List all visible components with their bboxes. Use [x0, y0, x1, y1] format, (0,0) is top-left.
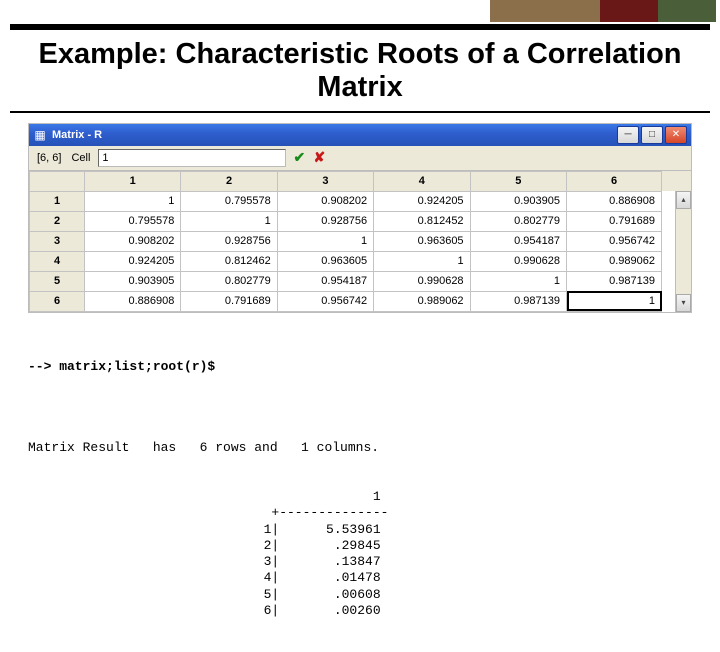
matrix-cell[interactable]: 0.802779: [181, 271, 277, 291]
matrix-cell[interactable]: 0.956742: [567, 231, 662, 251]
matrix-cell[interactable]: 0.924205: [374, 191, 470, 211]
col-header[interactable]: 3: [277, 171, 373, 191]
matrix-cell[interactable]: 0.791689: [181, 291, 277, 311]
cell-value-input[interactable]: [98, 149, 286, 167]
matrix-cell[interactable]: 0.908202: [277, 191, 373, 211]
top-rule: [10, 24, 710, 30]
row-header[interactable]: 6: [30, 291, 85, 311]
minimize-button[interactable]: ─: [617, 126, 639, 144]
console-message: Matrix Result has 6 rows and 1 columns.: [28, 440, 692, 456]
col-header[interactable]: 2: [181, 171, 277, 191]
col-header[interactable]: 5: [470, 171, 566, 191]
matrix-grid[interactable]: 123456110.7955780.9082020.9242050.903905…: [29, 171, 691, 312]
matrix-cell[interactable]: 0.903905: [85, 271, 181, 291]
matrix-cell[interactable]: 0.908202: [85, 231, 181, 251]
matrix-cell[interactable]: 1: [567, 291, 662, 311]
matrix-cell[interactable]: 0.802779: [470, 211, 566, 231]
matrix-window: ▦ Matrix - R ─ □ ✕ [6, 6] Cell ✔ ✘ 12345…: [28, 123, 692, 313]
matrix-cell[interactable]: 1: [470, 271, 566, 291]
console-output: --> matrix;list;root(r)$ Matrix Result h…: [28, 327, 692, 652]
matrix-cell[interactable]: 0.903905: [470, 191, 566, 211]
toolbar: [6, 6] Cell ✔ ✘: [29, 146, 691, 171]
window-caption: Matrix - R: [52, 129, 617, 141]
cell-label: Cell: [69, 152, 92, 164]
matrix-dim-label: [6, 6]: [35, 152, 63, 164]
matrix-cell[interactable]: 0.812452: [374, 211, 470, 231]
accent-seg-1: [490, 0, 600, 22]
matrix-cell[interactable]: 0.987139: [567, 271, 662, 291]
matrix-cell[interactable]: 0.928756: [181, 231, 277, 251]
matrix-cell[interactable]: 0.989062: [374, 291, 470, 311]
slide-accent-bar: [0, 0, 720, 22]
app-icon: ▦: [33, 128, 47, 142]
matrix-cell[interactable]: 0.989062: [567, 251, 662, 271]
matrix-cell[interactable]: 0.963605: [277, 251, 373, 271]
col-header[interactable]: 6: [567, 171, 662, 191]
accent-seg-2: [600, 0, 658, 22]
matrix-cell[interactable]: 0.990628: [470, 251, 566, 271]
matrix-cell[interactable]: 0.791689: [567, 211, 662, 231]
matrix-cell[interactable]: 0.954187: [470, 231, 566, 251]
matrix-cell[interactable]: 0.954187: [277, 271, 373, 291]
window-titlebar[interactable]: ▦ Matrix - R ─ □ ✕: [29, 124, 691, 146]
matrix-cell[interactable]: 1: [181, 211, 277, 231]
matrix-cell[interactable]: 0.924205: [85, 251, 181, 271]
matrix-cell[interactable]: 1: [277, 231, 373, 251]
col-header[interactable]: 1: [85, 171, 181, 191]
scroll-up-button[interactable]: ▴: [676, 191, 691, 209]
col-header[interactable]: 4: [374, 171, 470, 191]
reject-icon[interactable]: ✘: [312, 151, 326, 165]
vertical-scrollbar[interactable]: ▴ ▾: [675, 191, 691, 312]
matrix-cell[interactable]: 0.795578: [181, 191, 277, 211]
matrix-cell[interactable]: 0.795578: [85, 211, 181, 231]
console-command: --> matrix;list;root(r)$: [28, 359, 692, 375]
accent-seg-3: [658, 0, 716, 22]
matrix-cell[interactable]: 0.812462: [181, 251, 277, 271]
row-header[interactable]: 4: [30, 251, 85, 271]
grid-corner: [30, 171, 85, 191]
scroll-down-button[interactable]: ▾: [676, 294, 691, 312]
row-header[interactable]: 3: [30, 231, 85, 251]
close-button[interactable]: ✕: [665, 126, 687, 144]
matrix-cell[interactable]: 0.886908: [85, 291, 181, 311]
row-header[interactable]: 1: [30, 191, 85, 211]
matrix-cell[interactable]: 0.886908: [567, 191, 662, 211]
maximize-button[interactable]: □: [641, 126, 663, 144]
row-header[interactable]: 2: [30, 211, 85, 231]
matrix-cell[interactable]: 1: [85, 191, 181, 211]
accept-icon[interactable]: ✔: [292, 151, 306, 165]
matrix-cell[interactable]: 0.990628: [374, 271, 470, 291]
matrix-cell[interactable]: 0.928756: [277, 211, 373, 231]
slide-title: Example: Characteristic Roots of a Corre…: [20, 38, 700, 105]
matrix-cell[interactable]: 0.956742: [277, 291, 373, 311]
row-header[interactable]: 5: [30, 271, 85, 291]
console-result-table: 1 +-------------- 1| 5.53961 2| .29845 3…: [248, 489, 692, 619]
title-underline: [10, 111, 710, 113]
matrix-cell[interactable]: 0.963605: [374, 231, 470, 251]
matrix-cell[interactable]: 0.987139: [470, 291, 566, 311]
matrix-cell[interactable]: 1: [374, 251, 470, 271]
